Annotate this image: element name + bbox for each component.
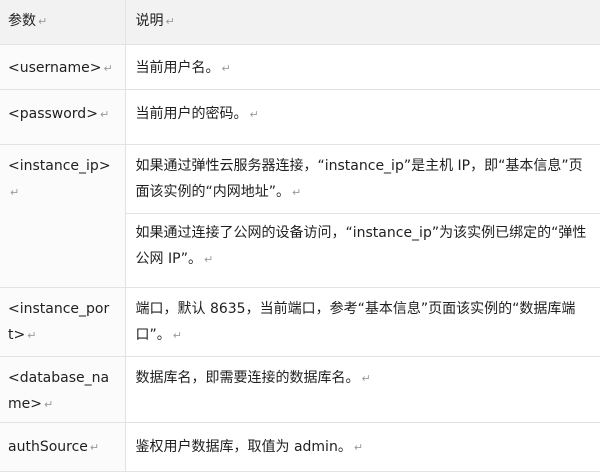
param-name: authSource [8,439,88,455]
param-cell: <instance_ip> ↵ [0,144,126,288]
return-mark-icon: ↵ [43,398,54,411]
table-header-row: 参数 ↵ 说明 ↵ [0,0,600,45]
return-mark-icon: ↵ [249,108,259,121]
header-param-label: 参数 [8,13,36,29]
param-description: 当前用户的密码。 [135,106,248,122]
return-mark-icon: ↵ [172,329,182,342]
param-description: 鉴权用户数据库，取值为 admin。 [135,439,352,455]
parameter-table: 参数 ↵ 说明 ↵ <username> ↵ 当前用户名。 ↵ <password> ↵ … [0,0,600,472]
table-row: <instance_ip> ↵ 如果通过弹性云服务器连接，“instance_ip… [0,144,600,288]
desc-cell: 鉴权用户数据库，取值为 admin。 ↵ [125,422,600,472]
desc-cell: 数据库名，即需要连接的数据库名。 ↵ [125,356,600,423]
param-cell: <username> ↵ [0,44,126,90]
param-name: <instance_port> [8,301,110,343]
return-mark-icon: ↵ [27,329,37,342]
return-mark-icon: ↵ [99,108,110,121]
return-mark-icon: ↵ [10,186,20,199]
param-name: <password> [8,106,98,122]
param-name: <database_name> [8,370,110,412]
table-row: <password> ↵ 当前用户的密码。 ↵ [0,89,600,145]
return-mark-icon: ↵ [361,372,371,385]
param-description: 如果通过弹性云服务器连接，“instance_ip”是主机 IP，即“基本信息”… [135,158,583,200]
return-mark-icon: ↵ [204,253,214,266]
param-cell: authSource ↵ [0,422,126,472]
table-row: <database_name> ↵ 数据库名，即需要连接的数据库名。 ↵ [0,356,600,423]
table-row: <username> ↵ 当前用户名。 ↵ [0,44,600,90]
return-mark-icon: ↵ [38,15,48,28]
param-cell: <password> ↵ [0,89,126,145]
table-row: authSource ↵ 鉴权用户数据库，取值为 admin。 ↵ [0,422,600,472]
return-mark-icon: ↵ [353,441,364,454]
param-description: 当前用户名。 [135,60,220,76]
header-param-cell: 参数 ↵ [0,0,126,45]
return-mark-icon: ↵ [103,62,113,75]
param-name: <username> [8,60,102,76]
param-cell: <instance_port> ↵ [0,287,126,357]
param-description: 端口，默认 8635，当前端口，参考“基本信息”页面该实例的“数据库端口”。 [135,301,576,343]
param-description: 数据库名，即需要连接的数据库名。 [135,370,360,386]
table-row: <instance_port> ↵ 端口，默认 8635，当前端口，参考“基本信息… [0,287,600,357]
return-mark-icon: ↵ [165,15,175,28]
header-desc-label: 说明 [135,13,164,29]
desc-cell: 如果通过连接了公网的设备访问，“instance_ip”为该实例已绑定的“弹性公… [125,213,600,288]
return-mark-icon: ↵ [221,62,231,75]
param-cell: <database_name> ↵ [0,356,126,423]
desc-cell: 当前用户的密码。 ↵ [125,89,600,145]
header-desc-cell: 说明 ↵ [125,0,600,45]
param-name: <instance_ip> [8,158,111,174]
desc-cell: 当前用户名。 ↵ [125,44,600,90]
return-mark-icon: ↵ [89,441,100,454]
desc-cell: 端口，默认 8635，当前端口，参考“基本信息”页面该实例的“数据库端口”。 ↵ [125,287,600,357]
desc-cell: 如果通过弹性云服务器连接，“instance_ip”是主机 IP，即“基本信息”… [125,144,600,214]
return-mark-icon: ↵ [292,186,302,199]
